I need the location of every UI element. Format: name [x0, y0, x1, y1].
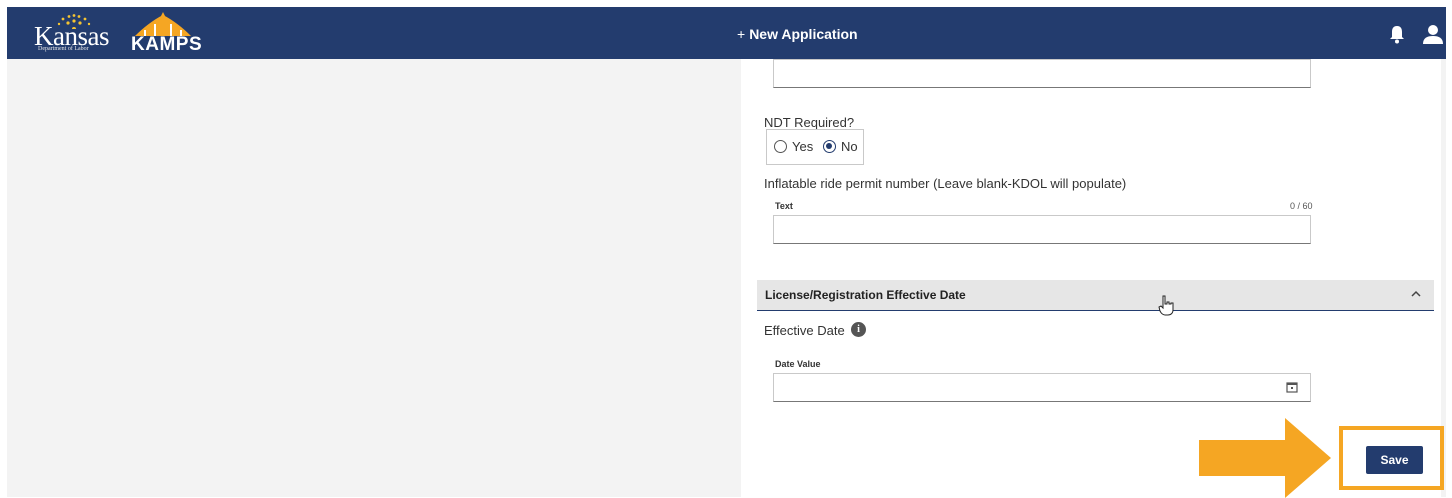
- calendar-icon[interactable]: [1286, 381, 1298, 393]
- hand-pointer-icon: [1158, 295, 1174, 316]
- arrow-pointer-icon: [1199, 418, 1331, 498]
- kansas-logo-subtitle: Department of Labor: [38, 46, 89, 52]
- top-navigation-bar: Kansas Department of Labor KAMPS + New Ap…: [7, 7, 1446, 59]
- bell-icon[interactable]: [1388, 25, 1406, 44]
- ndt-yes-radio[interactable]: [774, 140, 787, 153]
- user-icon[interactable]: [1422, 24, 1444, 44]
- ndt-no-label[interactable]: No: [841, 139, 858, 154]
- save-button[interactable]: Save: [1366, 446, 1423, 474]
- new-application-button[interactable]: + New Application: [737, 26, 858, 42]
- date-value-label: Date Value: [775, 359, 821, 369]
- permit-char-counter: 0 / 60: [1290, 201, 1313, 211]
- ndt-no-radio[interactable]: [823, 140, 836, 153]
- permit-number-label: Inflatable ride permit number (Leave bla…: [764, 176, 1127, 191]
- ndt-yes-label[interactable]: Yes: [792, 139, 813, 154]
- kamps-logo-text: KAMPS: [131, 34, 203, 55]
- previous-field-input[interactable]: [773, 59, 1311, 88]
- kansas-logo[interactable]: Kansas Department of Labor: [34, 13, 109, 53]
- section-title: License/Registration Effective Date: [765, 288, 966, 302]
- effective-date-label: Effective Date: [764, 323, 845, 338]
- ndt-required-label: NDT Required?: [764, 115, 855, 130]
- permit-number-input[interactable]: [773, 215, 1311, 244]
- permit-text-label: Text: [775, 201, 793, 211]
- kamps-logo[interactable]: KAMPS: [129, 10, 202, 56]
- ndt-radio-group: Yes No: [766, 129, 864, 165]
- info-icon[interactable]: i: [851, 322, 866, 337]
- effective-date-section-header[interactable]: License/Registration Effective Date: [757, 280, 1434, 311]
- chevron-up-icon[interactable]: [1410, 288, 1422, 300]
- new-application-label: New Application: [749, 26, 858, 42]
- plus-icon: +: [737, 26, 746, 42]
- date-value-input[interactable]: [773, 373, 1311, 402]
